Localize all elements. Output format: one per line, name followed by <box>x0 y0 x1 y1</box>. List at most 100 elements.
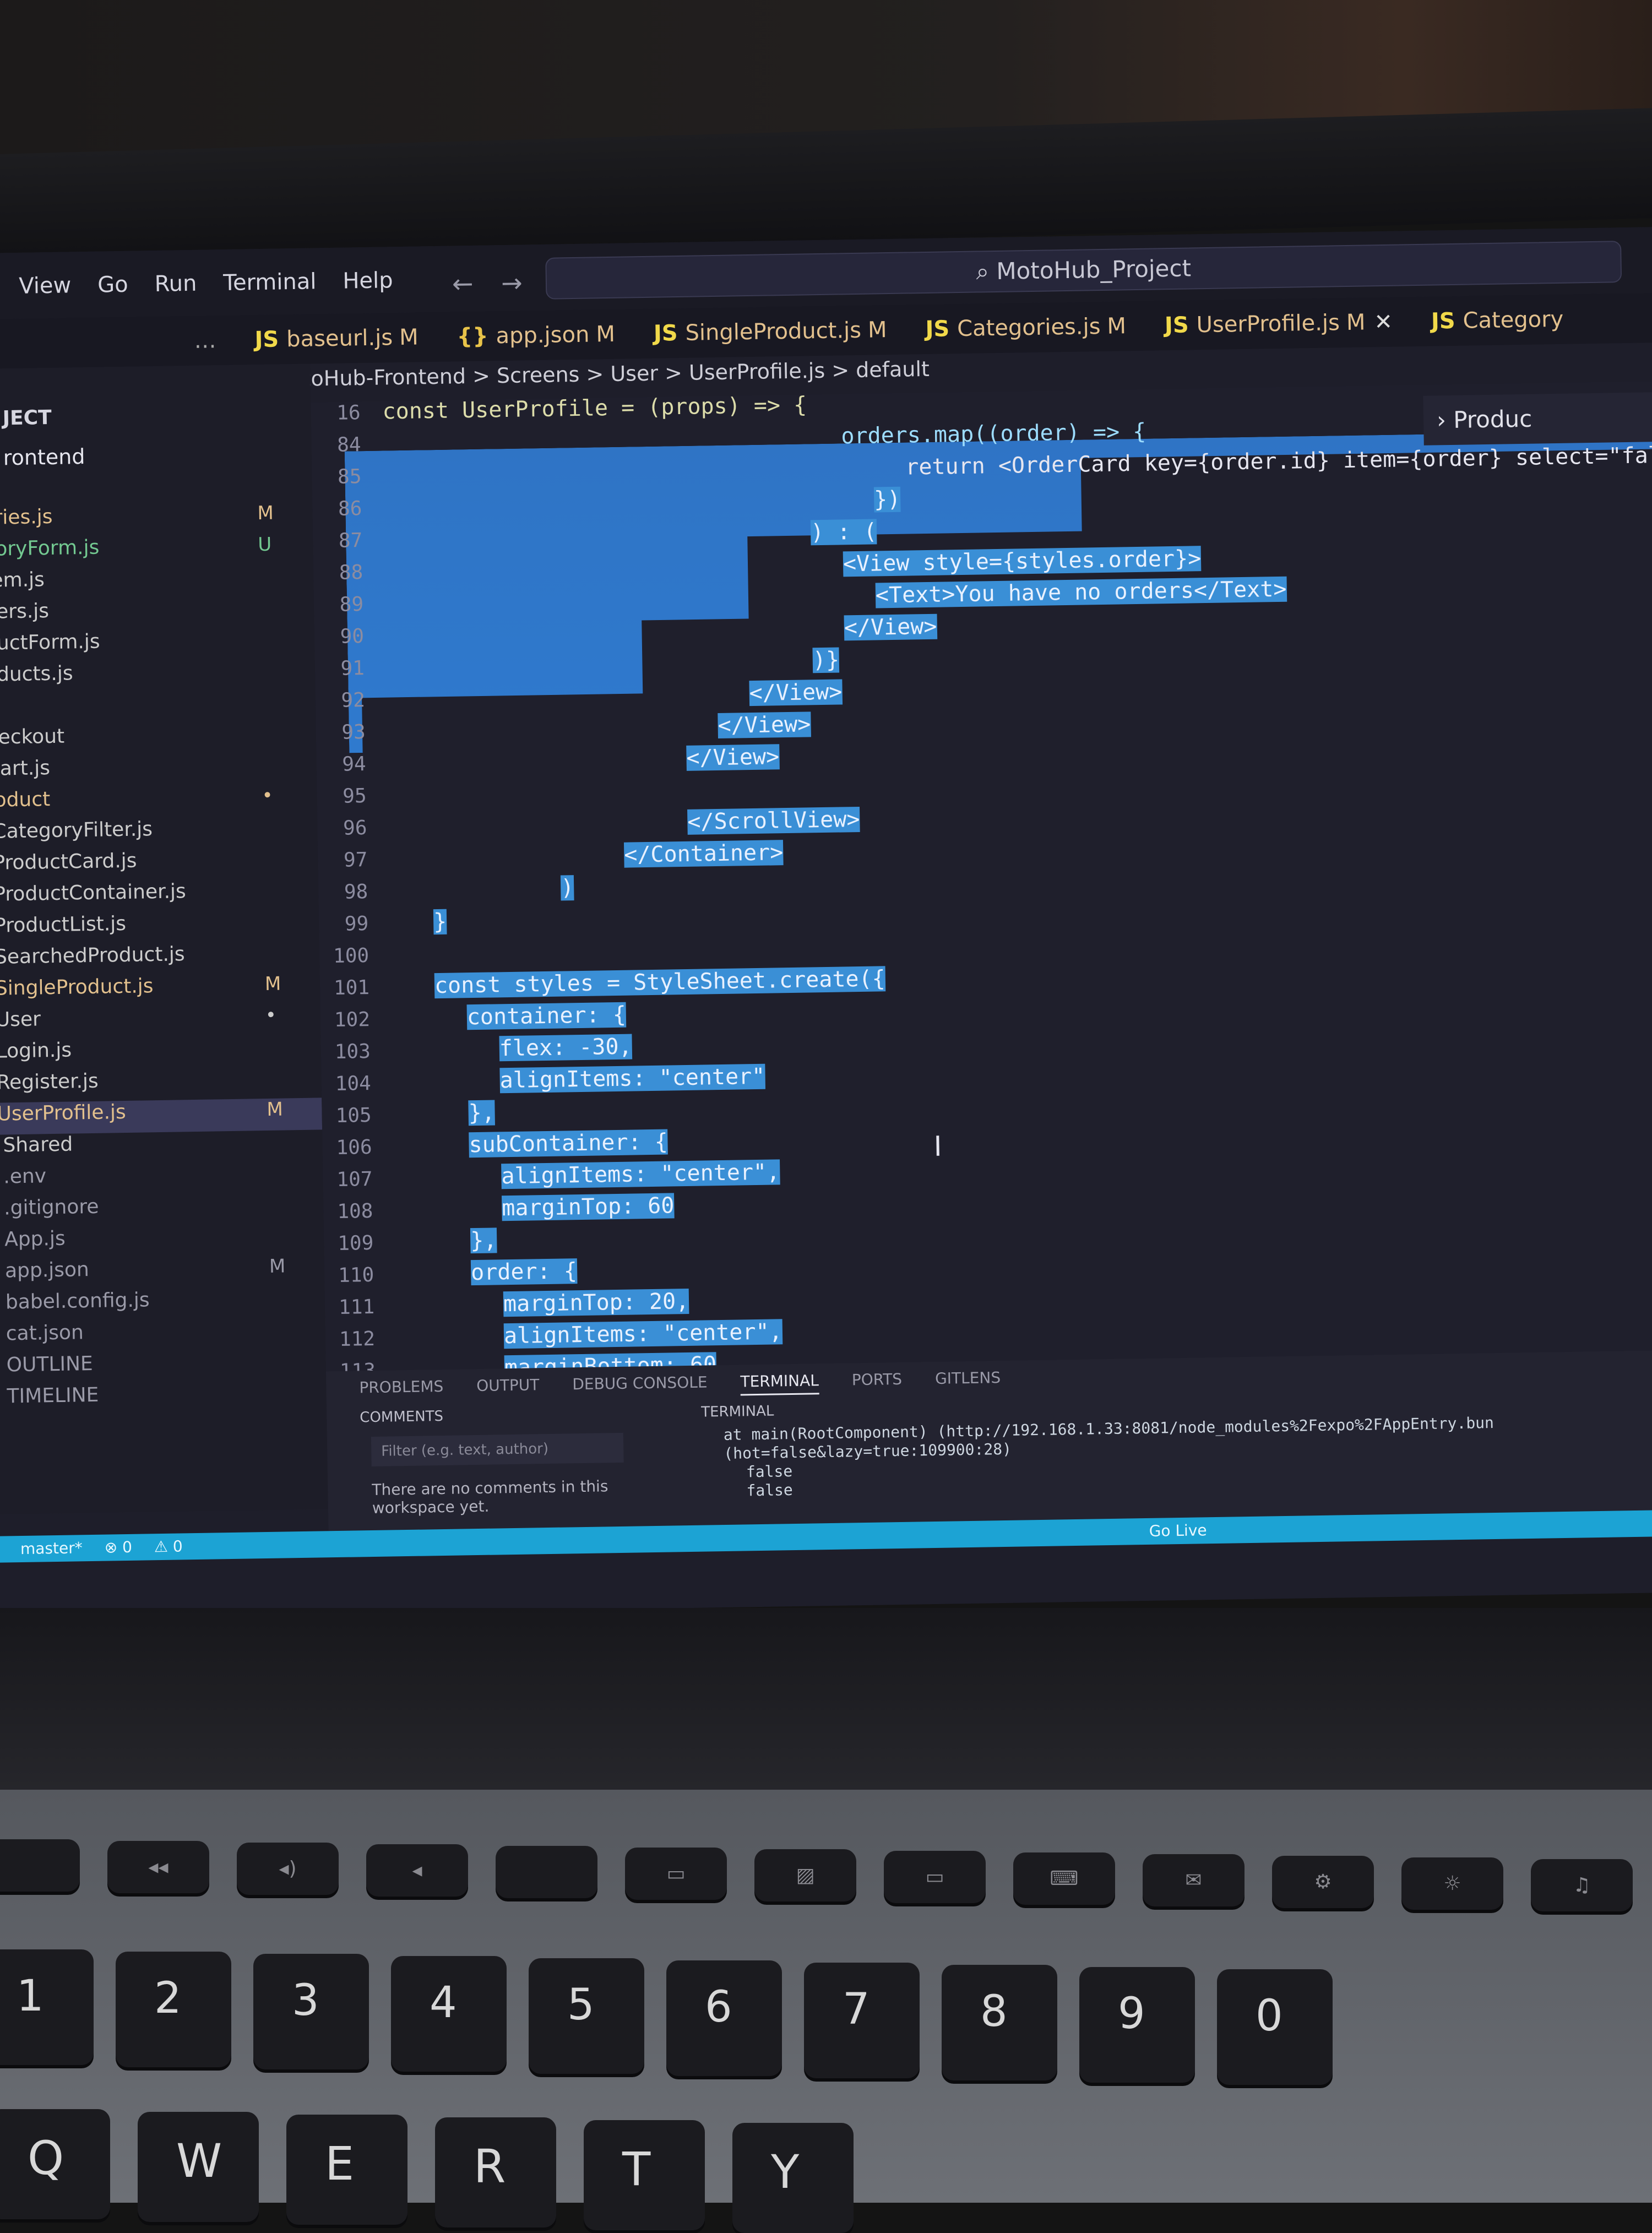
code-line[interactable]: container: { <box>466 1002 627 1030</box>
explorer-item[interactable]: Cart.js <box>0 752 317 789</box>
command-center-search[interactable]: ⌕ MotoHub_Project <box>545 241 1622 300</box>
tab-categories-js[interactable]: JS Categories.js M <box>925 313 1126 342</box>
explorer-item[interactable]: t <box>0 689 316 726</box>
code-line[interactable]: </View> <box>749 679 843 707</box>
code-line[interactable]: }, <box>470 1227 497 1254</box>
panel-tab-terminal[interactable]: TERMINAL <box>740 1371 819 1396</box>
explorer-item[interactable]: ductForm.js <box>0 627 315 664</box>
tab-userprofile-js[interactable]: JS UserProfile.js M ✕ <box>1165 309 1393 338</box>
code-line[interactable]: marginTop: 60 <box>501 1193 675 1221</box>
tab-label: UserProfile.js <box>1196 310 1340 338</box>
explorer-item[interactable]: User • <box>0 1003 320 1040</box>
code-line[interactable]: order: { <box>470 1258 578 1286</box>
comments-filter-input[interactable]: Filter (e.g. text, author) <box>371 1432 624 1467</box>
tab-baseurl-js[interactable]: JS baseurl.js M <box>254 324 419 352</box>
code-line[interactable]: ) : ( <box>810 519 877 546</box>
menu-item-run[interactable]: Run <box>154 271 197 305</box>
explorer-item[interactable]: app.json M <box>0 1254 325 1291</box>
explorer-item[interactable]: ProductList.js <box>0 909 319 946</box>
explorer-item-label: TIMELINE <box>7 1383 99 1408</box>
terminal-line: false <box>746 1462 793 1481</box>
panel-tab-gitlens[interactable]: GITLENS <box>935 1368 1001 1393</box>
letter-key: E <box>286 2115 407 2225</box>
code-line[interactable]: )} <box>812 647 840 673</box>
explorer-item[interactable]: ories.js M <box>0 502 313 539</box>
menu-item-view[interactable]: View <box>19 273 72 306</box>
explorer-item[interactable]: App.js <box>0 1223 324 1260</box>
explorer-item[interactable]: OUTLINE <box>0 1349 326 1386</box>
explorer-item[interactable]: TIMELINE <box>0 1380 327 1417</box>
explorer-item[interactable]: ProductCard.js <box>0 846 318 883</box>
panel-tab-problems[interactable]: PROBLEMS <box>359 1377 443 1401</box>
explorer-item-label: ders.js <box>0 600 50 623</box>
function-key: ▭ <box>625 1848 727 1900</box>
status-item[interactable]: master* <box>20 1539 83 1558</box>
tabs-more-icon[interactable]: … <box>194 328 216 354</box>
explorer-item-label: ProductCard.js <box>0 849 137 874</box>
menu-item-go[interactable]: Go <box>97 272 128 306</box>
find-input[interactable]: Produc <box>1453 405 1533 433</box>
explorer-item[interactable]: Register.js <box>0 1066 322 1103</box>
forward-icon[interactable]: → <box>501 268 523 298</box>
code-line[interactable]: alignItems: "center", <box>503 1319 783 1349</box>
explorer-item[interactable]: UserProfile.js M <box>0 1098 323 1135</box>
explorer-item-label: goryForm.js <box>0 536 100 561</box>
find-chevron-icon[interactable]: › <box>1437 406 1447 433</box>
status-item[interactable]: Go Live <box>1149 1517 1207 1545</box>
panel-tab-output[interactable]: OUTPUT <box>476 1376 540 1400</box>
back-icon[interactable]: ← <box>452 269 474 299</box>
explorer-item[interactable]: Login.js <box>0 1035 321 1072</box>
tab-singleproduct-js[interactable]: JS SingleProduct.js M <box>654 317 887 346</box>
explorer-item[interactable]: CategoryFilter.js <box>0 815 318 852</box>
code-line[interactable]: flex: -30, <box>499 1034 632 1062</box>
explorer-item[interactable]: heckout <box>0 721 316 758</box>
tab-app-json[interactable]: {} app.json M <box>457 322 615 350</box>
explorer-item[interactable]: cat.json <box>0 1317 325 1354</box>
find-widget[interactable]: › Produc <box>1423 392 1652 445</box>
menu-item-help[interactable]: Help <box>343 268 393 301</box>
explorer-item[interactable]: .env <box>0 1160 323 1197</box>
explorer-item[interactable]: goryForm.js U <box>0 533 313 570</box>
code-line[interactable]: <Text>You have no orders</Text> <box>875 576 1287 608</box>
explorer-item[interactable]: .gitignore <box>0 1192 324 1229</box>
explorer-item[interactable]: oducts.js <box>0 658 316 695</box>
status-item[interactable]: ⚠ 0 <box>154 1537 183 1556</box>
close-icon[interactable]: ✕ <box>1374 309 1393 335</box>
code-line[interactable]: marginTop: 20, <box>503 1288 689 1317</box>
sidebar-root-folder[interactable]: rontend <box>3 444 85 470</box>
code-line[interactable]: const styles = StyleSheet.create({ <box>434 966 886 999</box>
explorer-item[interactable]: SingleProduct.js M <box>0 972 320 1009</box>
explorer-item[interactable]: ders.js <box>0 595 314 632</box>
code-line[interactable]: </View> <box>718 711 811 738</box>
explorer-item[interactable]: ProductContainer.js <box>0 878 319 915</box>
tab-category[interactable]: JS Category <box>1431 307 1564 334</box>
function-key: ◂◂ <box>107 1841 209 1893</box>
number-key: 6 <box>666 1960 782 2076</box>
explorer-item[interactable]: SearchedProduct.js <box>0 941 320 977</box>
status-item[interactable]: ⊗ 0 <box>104 1538 132 1557</box>
comments-section-header[interactable]: COMMENTS <box>360 1408 443 1426</box>
panel-tab-ports[interactable]: PORTS <box>852 1370 903 1394</box>
terminal-section-header[interactable]: TERMINAL <box>701 1403 774 1421</box>
code-line[interactable]: ) <box>560 875 574 901</box>
code-line[interactable]: alignItems: "center" <box>499 1063 765 1094</box>
line-number: 97 <box>343 849 368 872</box>
explorer-item[interactable]: babel.config.js <box>0 1286 325 1323</box>
code-line[interactable]: }) <box>873 486 901 513</box>
code-line[interactable]: <View style={styles.order}> <box>843 546 1202 577</box>
code-line[interactable]: </Container> <box>623 840 784 868</box>
code-line[interactable]: }, <box>468 1100 496 1126</box>
tab-modified-badge: M <box>1346 309 1366 335</box>
code-line[interactable]: </View> <box>844 613 937 641</box>
explorer-item[interactable]: roduct • <box>0 784 317 821</box>
panel-tab-debug-console[interactable]: DEBUG CONSOLE <box>572 1373 708 1398</box>
code-line[interactable]: } <box>433 909 447 935</box>
explorer-item[interactable]: tem.js <box>0 564 314 601</box>
code-line[interactable]: </ScrollView> <box>687 806 860 835</box>
code-line[interactable]: orders.map((order) => { <box>841 419 1146 449</box>
menu-item-terminal[interactable]: Terminal <box>223 269 317 303</box>
explorer-item[interactable]: Shared <box>0 1129 323 1166</box>
code-line[interactable]: subContainer: { <box>469 1129 669 1158</box>
code-line[interactable]: alignItems: "center", <box>501 1159 780 1189</box>
code-line[interactable]: </View> <box>686 744 780 771</box>
